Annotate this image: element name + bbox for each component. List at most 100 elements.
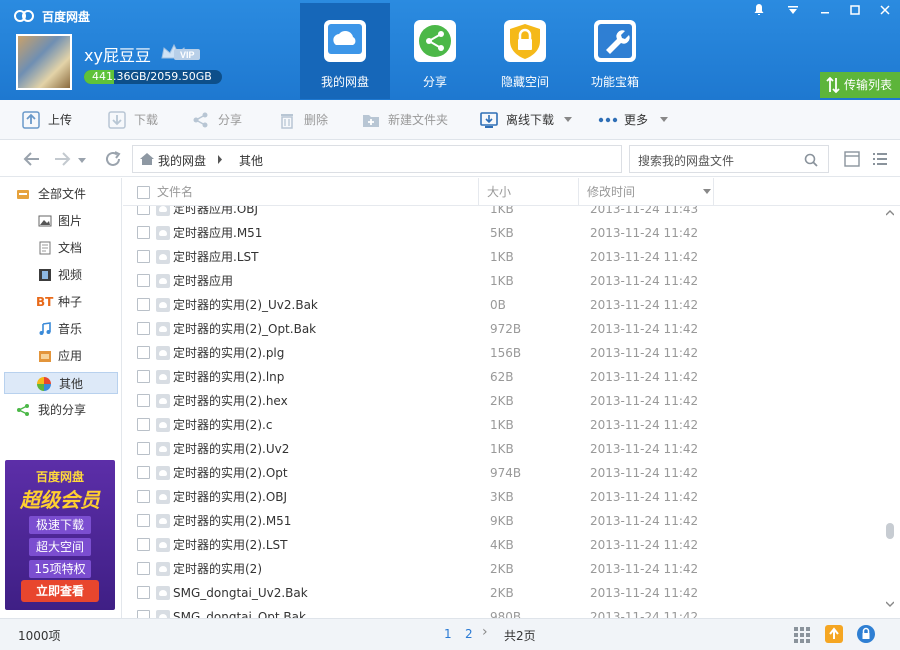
- list-view-icon[interactable]: [872, 151, 888, 167]
- tab-my-drive[interactable]: 我的网盘: [300, 3, 390, 99]
- breadcrumb-chevron-icon[interactable]: [217, 155, 223, 164]
- row-checkbox[interactable]: [137, 442, 150, 455]
- column-divider[interactable]: [578, 178, 579, 206]
- upload-status-icon[interactable]: [824, 624, 844, 644]
- table-row[interactable]: 定时器应用.OBJ 1KB 2013-11-24 11:43: [123, 206, 883, 221]
- sidebar-item-videos[interactable]: 视频: [4, 264, 118, 286]
- tab-share[interactable]: 分享: [390, 3, 480, 99]
- home-icon[interactable]: [139, 152, 155, 166]
- row-checkbox[interactable]: [137, 490, 150, 503]
- vip-crown-icon[interactable]: VIP: [160, 42, 202, 62]
- security-lock-status-icon[interactable]: [856, 624, 876, 644]
- row-checkbox[interactable]: [137, 274, 150, 287]
- scroll-down-icon[interactable]: [886, 601, 894, 607]
- row-checkbox[interactable]: [137, 586, 150, 599]
- history-dropdown-icon[interactable]: [76, 150, 88, 168]
- table-row[interactable]: 定时器的实用(2) 2KB 2013-11-24 11:42: [123, 557, 883, 581]
- file-name[interactable]: 定时器的实用(2).plg: [173, 341, 284, 365]
- transfer-list-button[interactable]: 传输列表: [820, 72, 900, 98]
- grid-view-icon[interactable]: [794, 627, 810, 643]
- row-checkbox[interactable]: [137, 298, 150, 311]
- file-name[interactable]: 定时器的实用(2)_Uv2.Bak: [173, 293, 318, 317]
- vertical-scrollbar[interactable]: [883, 206, 897, 618]
- table-row[interactable]: 定时器的实用(2)_Opt.Bak 972B 2013-11-24 11:42: [123, 317, 883, 341]
- page-link-1[interactable]: 1: [444, 627, 452, 641]
- sidebar-item-pictures[interactable]: 图片: [4, 210, 118, 232]
- share-button[interactable]: 分享: [192, 110, 242, 130]
- column-size[interactable]: 大小: [487, 178, 511, 206]
- file-name[interactable]: SMG_dongtai_Uv2.Bak: [173, 581, 308, 605]
- row-checkbox[interactable]: [137, 466, 150, 479]
- menu-button[interactable]: [778, 0, 808, 22]
- sidebar-item-all-files[interactable]: 全部文件: [4, 183, 118, 205]
- delete-button[interactable]: 删除: [278, 110, 328, 130]
- table-row[interactable]: 定时器应用.LST 1KB 2013-11-24 11:42: [123, 245, 883, 269]
- table-row[interactable]: 定时器应用 1KB 2013-11-24 11:42: [123, 269, 883, 293]
- row-checkbox[interactable]: [137, 610, 150, 618]
- upload-button[interactable]: 上传: [22, 110, 72, 130]
- scrollbar-thumb[interactable]: [886, 523, 894, 539]
- back-arrow-icon[interactable]: [22, 150, 42, 168]
- preview-pane-icon[interactable]: [844, 151, 860, 167]
- table-row[interactable]: 定时器的实用(2).c 1KB 2013-11-24 11:42: [123, 413, 883, 437]
- column-modified[interactable]: 修改时间: [587, 178, 635, 206]
- sidebar-item-music[interactable]: 音乐: [4, 318, 118, 340]
- select-all-checkbox[interactable]: [137, 186, 150, 199]
- table-row[interactable]: SMG_dongtai_Uv2.Bak 2KB 2013-11-24 11:42: [123, 581, 883, 605]
- next-page-chevron-icon[interactable]: ›: [482, 624, 488, 640]
- sidebar-item-apps[interactable]: 应用: [4, 345, 118, 367]
- scroll-up-icon[interactable]: [886, 210, 894, 216]
- sort-caret-icon[interactable]: [703, 189, 711, 195]
- maximize-button[interactable]: [840, 0, 870, 22]
- promo-view-button[interactable]: 立即查看: [21, 580, 99, 602]
- file-name[interactable]: 定时器的实用(2).lnp: [173, 365, 284, 389]
- file-name[interactable]: 定时器的实用(2).M51: [173, 509, 291, 533]
- tab-hidden-space[interactable]: 隐藏空间: [480, 3, 570, 99]
- file-name[interactable]: 定时器的实用(2): [173, 557, 262, 581]
- row-checkbox[interactable]: [137, 538, 150, 551]
- table-row[interactable]: SMG_dongtai_Opt.Bak 980B 2013-11-24 11:42: [123, 605, 883, 618]
- row-checkbox[interactable]: [137, 226, 150, 239]
- page-link-2[interactable]: 2: [465, 627, 473, 641]
- file-name[interactable]: 定时器应用.M51: [173, 221, 262, 245]
- table-row[interactable]: 定时器的实用(2).LST 4KB 2013-11-24 11:42: [123, 533, 883, 557]
- search-icon[interactable]: [804, 153, 818, 167]
- file-name[interactable]: 定时器应用.LST: [173, 245, 258, 269]
- table-row[interactable]: 定时器的实用(2).plg 156B 2013-11-24 11:42: [123, 341, 883, 365]
- table-row[interactable]: 定时器应用.M51 5KB 2013-11-24 11:42: [123, 221, 883, 245]
- column-divider[interactable]: [478, 178, 479, 206]
- sidebar-item-documents[interactable]: 文档: [4, 237, 118, 259]
- file-name[interactable]: 定时器的实用(2).LST: [173, 533, 287, 557]
- table-row[interactable]: 定时器的实用(2).OBJ 3KB 2013-11-24 11:42: [123, 485, 883, 509]
- row-checkbox[interactable]: [137, 206, 150, 215]
- close-button[interactable]: [870, 0, 900, 22]
- row-checkbox[interactable]: [137, 370, 150, 383]
- search-input[interactable]: 搜索我的网盘文件: [629, 145, 829, 173]
- row-checkbox[interactable]: [137, 418, 150, 431]
- row-checkbox[interactable]: [137, 250, 150, 263]
- more-button[interactable]: 更多: [598, 110, 672, 130]
- breadcrumb-root[interactable]: 我的网盘: [158, 152, 206, 169]
- table-row[interactable]: 定时器的实用(2).Uv2 1KB 2013-11-24 11:42: [123, 437, 883, 461]
- file-name[interactable]: SMG_dongtai_Opt.Bak: [173, 605, 306, 618]
- refresh-icon[interactable]: [104, 150, 124, 168]
- file-name[interactable]: 定时器的实用(2).c: [173, 413, 272, 437]
- table-row[interactable]: 定时器的实用(2).M51 9KB 2013-11-24 11:42: [123, 509, 883, 533]
- new-folder-button[interactable]: 新建文件夹: [362, 110, 448, 130]
- row-checkbox[interactable]: [137, 346, 150, 359]
- tab-toolbox[interactable]: 功能宝箱: [570, 3, 660, 99]
- row-checkbox[interactable]: [137, 562, 150, 575]
- notification-bell-button[interactable]: [744, 0, 774, 22]
- file-name[interactable]: 定时器的实用(2).OBJ: [173, 485, 287, 509]
- breadcrumb-current[interactable]: 其他: [239, 152, 263, 169]
- row-checkbox[interactable]: [137, 394, 150, 407]
- table-row[interactable]: 定时器的实用(2).Opt 974B 2013-11-24 11:42: [123, 461, 883, 485]
- forward-arrow-icon[interactable]: [52, 150, 72, 168]
- sidebar-item-other[interactable]: 其他: [4, 372, 118, 394]
- table-row[interactable]: 定时器的实用(2).hex 2KB 2013-11-24 11:42: [123, 389, 883, 413]
- table-row[interactable]: 定时器的实用(2).lnp 62B 2013-11-24 11:42: [123, 365, 883, 389]
- file-name[interactable]: 定时器应用.OBJ: [173, 206, 258, 221]
- file-name[interactable]: 定时器的实用(2).Uv2: [173, 437, 289, 461]
- sidebar-item-my-share[interactable]: 我的分享: [4, 399, 118, 421]
- avatar[interactable]: [16, 34, 72, 90]
